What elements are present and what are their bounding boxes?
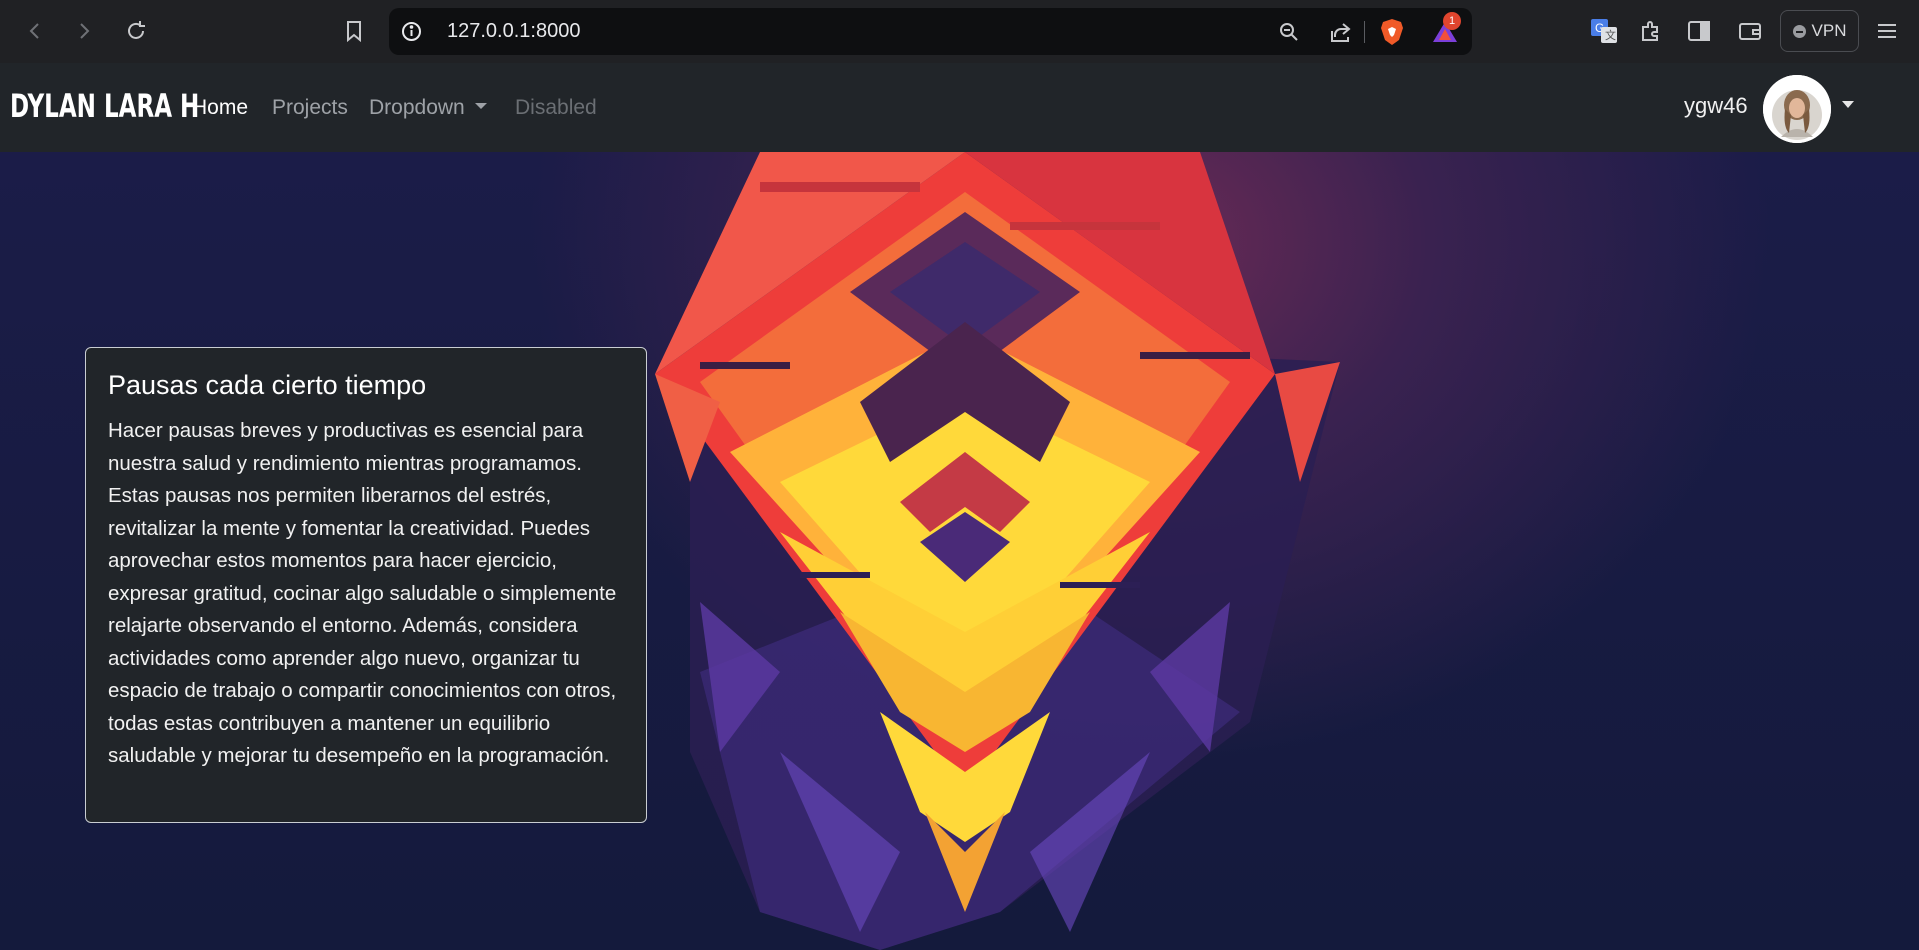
svg-text:文: 文 (1605, 28, 1616, 42)
vpn-label: VPN (1811, 21, 1847, 40)
brand-logo[interactable]: DYLAN LARA H (10, 87, 199, 125)
nav-dropdown-label: Dropdown (369, 96, 465, 119)
vpn-status-icon (1792, 24, 1806, 38)
menu-icon[interactable] (1870, 14, 1904, 48)
card-title: Pausas cada cierto tiempo (108, 370, 427, 400)
site-navbar: DYLAN LARA H Home Projects Dropdown Disa… (0, 63, 1919, 152)
sidebar-icon[interactable] (1682, 14, 1716, 48)
chevron-down-icon (474, 103, 487, 110)
translate-icon[interactable]: G文 (1587, 14, 1621, 48)
zoom-icon[interactable] (1276, 19, 1302, 45)
browser-toolbar: 127.0.0.1:8000 1 G文 VPN (0, 0, 1919, 63)
address-bar[interactable]: 127.0.0.1:8000 1 (389, 8, 1472, 55)
vpn-button[interactable]: VPN (1780, 10, 1859, 52)
reload-icon[interactable] (119, 14, 153, 48)
user-menu-caret-icon[interactable] (1842, 101, 1854, 108)
card-body: Hacer pausas breves y productivas es ese… (108, 419, 617, 767)
extensions-icon[interactable] (1634, 14, 1668, 48)
share-icon[interactable] (1328, 19, 1354, 45)
omnibox-separator (1364, 21, 1365, 43)
url-text[interactable]: 127.0.0.1:8000 (447, 20, 580, 43)
username[interactable]: ygw46 (1684, 93, 1748, 119)
info-card: Pausas cada cierto tiempo Hacer pausas b… (85, 347, 647, 823)
back-icon[interactable] (18, 14, 52, 48)
nav-dropdown-toggle[interactable]: Dropdown (369, 96, 487, 120)
nav-link-home[interactable]: Home (192, 96, 248, 120)
rewards-badge: 1 (1443, 12, 1461, 30)
brave-shields-icon[interactable] (1379, 19, 1405, 45)
avatar[interactable] (1763, 75, 1831, 143)
wallet-icon[interactable] (1733, 14, 1767, 48)
forward-icon[interactable] (67, 14, 101, 48)
nav-link-disabled: Disabled (515, 96, 597, 119)
nav-link-projects[interactable]: Projects (272, 96, 348, 120)
site-info-icon[interactable] (401, 21, 422, 42)
hero-background: Pausas cada cierto tiempo Hacer pausas b… (0, 152, 1919, 950)
bookmark-icon[interactable] (337, 14, 371, 48)
